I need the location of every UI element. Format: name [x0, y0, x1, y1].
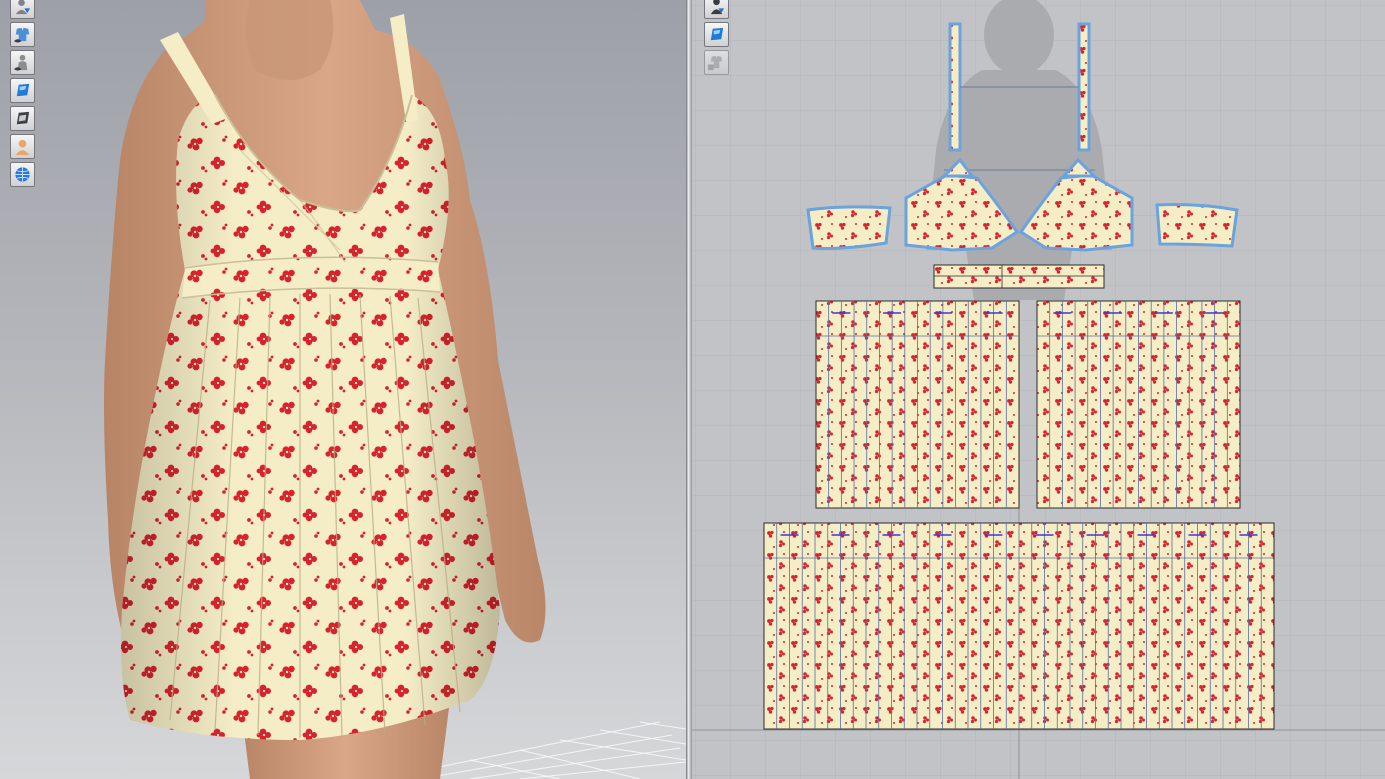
- waistband: [933, 264, 1105, 289]
- texture-surface-button[interactable]: [10, 106, 35, 131]
- texture-surface-icon: [16, 111, 30, 125]
- avatar-visibility-button[interactable]: [10, 50, 35, 75]
- garment-visibility-button[interactable]: [10, 22, 35, 47]
- pattern-texture-icon: [710, 27, 724, 41]
- avatar-neck: [246, 0, 334, 80]
- avatar-skin-icon: [15, 139, 30, 156]
- bodice-side-right: [1155, 203, 1239, 248]
- 3d-toolbar: [10, 0, 35, 187]
- locked-garment-button[interactable]: [704, 50, 729, 75]
- bodice-side-left: [806, 205, 892, 250]
- avatar-skin-button[interactable]: [10, 134, 35, 159]
- locked-garment-icon: [707, 55, 723, 71]
- pattern-canvas: [692, 0, 1385, 779]
- environment-globe-icon: [15, 167, 30, 182]
- 2d-toolbar: [704, 0, 729, 75]
- fabric-texture-button[interactable]: [10, 78, 35, 103]
- 2d-pattern-viewport[interactable]: [692, 0, 1385, 779]
- avatar-silhouette-button[interactable]: [704, 0, 729, 19]
- avatar-display-button[interactable]: [10, 0, 35, 19]
- garment-visibility-icon: [13, 27, 30, 43]
- shoulder-strap-right: [1077, 22, 1091, 152]
- shoulder-strap-left: [948, 22, 962, 152]
- fabric-texture-icon: [16, 83, 30, 97]
- avatar-visibility-icon: [13, 54, 28, 71]
- avatar-silhouette-icon: [710, 0, 725, 15]
- environment-globe-button[interactable]: [10, 162, 35, 187]
- pattern-texture-button[interactable]: [704, 22, 729, 47]
- avatar-display-icon: [15, 0, 31, 15]
- 3d-viewport[interactable]: [0, 0, 686, 779]
- 3d-scene: [104, 0, 686, 779]
